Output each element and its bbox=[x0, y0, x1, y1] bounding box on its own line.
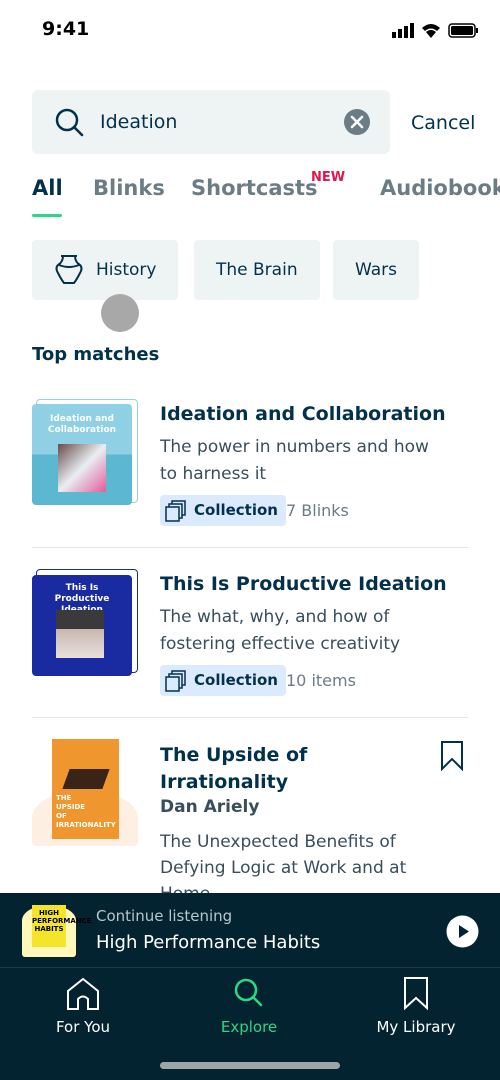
chip-the-brain[interactable]: The Brain bbox=[194, 240, 320, 300]
cancel-button[interactable]: Cancel bbox=[411, 112, 475, 134]
nav-my-library[interactable]: My Library bbox=[333, 968, 499, 1036]
touch-indicator bbox=[101, 294, 139, 332]
bottom-nav: For You Explore My Library bbox=[0, 968, 500, 1080]
search-icon bbox=[234, 978, 263, 1007]
cover-image bbox=[56, 610, 104, 658]
result-title[interactable]: The Upside of Irrationality bbox=[160, 742, 420, 796]
cover-image bbox=[58, 444, 106, 492]
chip-wars[interactable]: Wars bbox=[333, 240, 419, 300]
result-description: The power in numbers and how to harness … bbox=[160, 437, 429, 484]
divider bbox=[32, 547, 468, 548]
active-tab-indicator bbox=[32, 214, 62, 217]
divider bbox=[32, 717, 468, 718]
result-description: The what, why, and how of fostering effe… bbox=[160, 607, 401, 654]
mini-player[interactable]: HIGH PERFORMANCE HABITS Continue listeni… bbox=[0, 893, 500, 968]
play-button[interactable] bbox=[446, 915, 479, 948]
collection-badge: Collection bbox=[160, 665, 286, 696]
home-icon bbox=[67, 977, 99, 1010]
chip-label: History bbox=[96, 260, 157, 280]
collection-icon bbox=[165, 500, 186, 522]
status-icons bbox=[392, 23, 478, 38]
status-bar: 9:41 bbox=[0, 0, 500, 60]
chip-history[interactable]: History bbox=[32, 240, 179, 300]
tab-audiobooks[interactable]: Audiobooks bbox=[380, 176, 500, 200]
collection-icon bbox=[165, 670, 186, 692]
clear-search-icon[interactable] bbox=[344, 109, 370, 135]
result-count: 10 items bbox=[286, 671, 356, 690]
player-cover: HIGH PERFORMANCE HABITS bbox=[32, 905, 92, 947]
result-cover[interactable]: Ideation and Collaboration bbox=[32, 404, 132, 505]
nav-for-you[interactable]: For You bbox=[0, 968, 166, 1036]
badge-label: Collection bbox=[194, 671, 278, 689]
search-input[interactable]: Ideation bbox=[32, 90, 390, 154]
collection-badge: Collection bbox=[160, 495, 286, 526]
chip-label: Wars bbox=[355, 260, 397, 280]
nav-explore[interactable]: Explore bbox=[166, 968, 332, 1036]
badge-label: Collection bbox=[194, 501, 278, 519]
bookmark-icon[interactable] bbox=[440, 740, 464, 771]
nav-label: Explore bbox=[220, 1018, 278, 1036]
tab-all[interactable]: All bbox=[32, 176, 63, 200]
result-cover[interactable]: This Is Productive Ideation bbox=[32, 575, 132, 676]
cover-image bbox=[62, 769, 110, 789]
bookmark-icon bbox=[404, 977, 428, 1011]
player-label: Continue listening bbox=[96, 907, 233, 925]
search-query: Ideation bbox=[100, 111, 178, 133]
result-description: The Unexpected Benefits of Defying Logic… bbox=[160, 832, 407, 893]
player-title: High Performance Habits bbox=[96, 932, 321, 953]
tab-blinks[interactable]: Blinks bbox=[93, 176, 165, 200]
home-indicator bbox=[160, 1062, 340, 1069]
vase-icon bbox=[55, 255, 83, 284]
result-count: 7 Blinks bbox=[286, 501, 349, 520]
cover-text: Ideation and Collaboration bbox=[47, 414, 117, 435]
nav-label: For You bbox=[55, 1018, 111, 1036]
chip-label: The Brain bbox=[216, 260, 298, 280]
result-title[interactable]: This Is Productive Ideation bbox=[160, 571, 447, 598]
new-badge: NEW bbox=[311, 170, 346, 185]
result-description-clip: The Unexpected Benefits of Defying Logic… bbox=[160, 829, 450, 893]
cover-text: THE UPSIDE OF IRRATIONALITY bbox=[56, 794, 116, 829]
section-title: Top matches bbox=[32, 344, 160, 365]
result-title[interactable]: Ideation and Collaboration bbox=[160, 401, 446, 428]
nav-label: My Library bbox=[376, 1018, 456, 1036]
cover-text: HIGH PERFORMANCE HABITS bbox=[32, 909, 92, 933]
result-cover[interactable]: THE UPSIDE OF IRRATIONALITY bbox=[52, 739, 119, 839]
tab-shortcasts[interactable]: Shortcasts bbox=[191, 176, 318, 200]
status-time: 9:41 bbox=[42, 18, 90, 40]
search-icon bbox=[55, 108, 84, 137]
result-author: Dan Ariely bbox=[160, 797, 260, 817]
